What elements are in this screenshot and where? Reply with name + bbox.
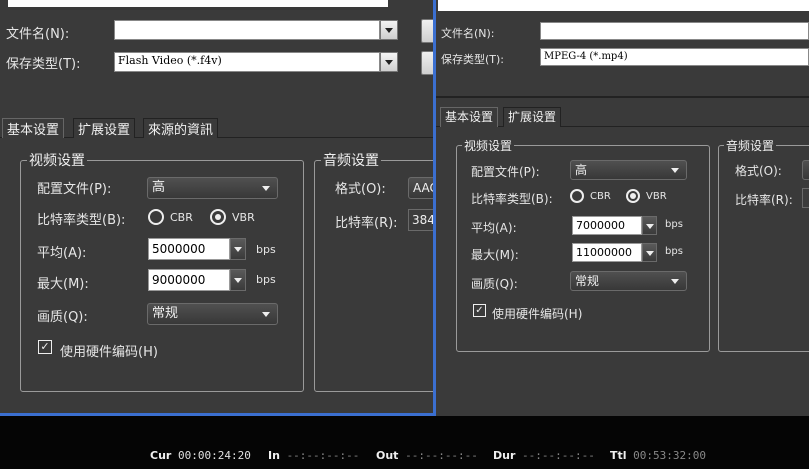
status-out-value: --:--:--:-- (405, 449, 478, 462)
left-tab-basic[interactable]: 基本设置 (2, 118, 65, 138)
right-filename-label: 文件名(N): (441, 27, 495, 40)
right-hw-checkbox[interactable]: ✓ (473, 304, 486, 317)
chevron-down-icon (671, 168, 679, 173)
right-avg-input[interactable]: 7000000 (572, 216, 642, 235)
status-ttl-value: 00:53:32:00 (633, 449, 707, 462)
right-tab-extended[interactable]: 扩展设置 (503, 107, 562, 127)
chevron-down-icon (671, 279, 679, 284)
left-savetype-label: 保存类型(T): (6, 57, 81, 72)
right-format-label: 格式(O): (735, 164, 782, 178)
left-quality-value: 常规 (152, 306, 179, 321)
right-cbr-radio[interactable] (570, 189, 584, 203)
left-tab-extended[interactable]: 扩展设置 (73, 118, 136, 138)
left-export-dialog: 文件名(N): 保存类型(T): Flash Video (*.f4v) 基本设… (0, 0, 436, 416)
status-cur: Cur 00:00:24:20 (150, 449, 251, 462)
right-bitrate-type-label: 比特率类型(B): (471, 192, 553, 206)
status-in: In --:--:--:-- (268, 449, 359, 462)
left-quality-label: 画质(Q): (37, 310, 88, 325)
chevron-down-icon (262, 312, 270, 317)
left-filename-label: 文件名(N): (6, 27, 70, 42)
left-tab-source[interactable]: 來源的資訊 (143, 118, 219, 138)
status-in-value: --:--:--:-- (286, 449, 360, 462)
status-out-label: Out (376, 449, 399, 462)
right-filename-field[interactable] (540, 22, 809, 40)
right-export-dialog: 文件名(N): 保存类型(T): MPEG-4 (*.mp4) 基本设置 扩展设… (436, 0, 809, 416)
status-ttl: Ttl 00:53:32:00 (610, 449, 706, 462)
left-audio-title: 音频设置 (321, 150, 381, 170)
left-format-label: 格式(O): (335, 182, 386, 197)
status-cur-value: 00:00:24:20 (177, 449, 251, 462)
right-format-select[interactable] (802, 160, 809, 180)
right-bitrate-label: 比特率(R): (735, 193, 793, 207)
right-vbr-radio[interactable] (626, 189, 640, 203)
left-avg-input[interactable]: 5000000 (148, 238, 230, 260)
right-bitrate-input[interactable] (802, 188, 809, 208)
left-avg-stepper[interactable] (230, 238, 246, 260)
right-avg-unit: bps (665, 219, 683, 230)
left-quality-select[interactable]: 常规 (147, 303, 278, 325)
left-filename-field[interactable] (114, 20, 380, 40)
left-avg-unit: bps (256, 243, 276, 256)
right-savetype-field[interactable]: MPEG-4 (*.mp4) (540, 48, 809, 66)
right-tab-basic[interactable]: 基本设置 (440, 107, 499, 127)
status-dur: Dur --:--:--:-- (493, 449, 595, 462)
right-vbr-label: VBR (646, 191, 667, 202)
left-cbr-radio[interactable] (148, 209, 164, 225)
left-max-input[interactable]: 9000000 (148, 269, 230, 291)
left-profile-value: 高 (152, 180, 166, 195)
left-hw-label: 使用硬件编码(H) (60, 345, 158, 360)
left-cbr-label: CBR (170, 211, 193, 224)
status-out: Out --:--:--:-- (376, 449, 478, 462)
right-profile-label: 配置文件(P): (471, 165, 540, 179)
left-side-button-2[interactable] (421, 51, 433, 75)
left-vbr-label: VBR (232, 211, 255, 224)
status-cur-label: Cur (150, 449, 172, 462)
left-video-title: 视频设置 (27, 150, 87, 170)
left-savetype-field[interactable]: Flash Video (*.f4v) (114, 52, 380, 72)
left-profile-select[interactable]: 高 (147, 177, 278, 199)
right-max-label: 最大(M): (471, 248, 519, 262)
left-profile-label: 配置文件(P): (37, 182, 112, 197)
right-max-stepper[interactable] (642, 243, 657, 262)
right-profile-select[interactable]: 高 (570, 160, 687, 180)
chevron-down-icon (262, 186, 270, 191)
timecode-status-bar: Cur 00:00:24:20 In --:--:--:-- Out --:--… (0, 419, 809, 469)
left-format-select[interactable]: AAC (408, 177, 433, 199)
right-separator (436, 96, 809, 98)
left-bitrate-type-label: 比特率类型(B): (37, 213, 126, 228)
right-max-input[interactable]: 11000000 (572, 243, 642, 262)
left-bitrate-label: 比特率(R): (335, 216, 398, 231)
left-side-button-1[interactable] (421, 19, 433, 43)
left-bitrate-input[interactable]: 384 (408, 209, 433, 231)
left-filename-dropdown[interactable] (380, 20, 398, 40)
status-dur-value: --:--:--:-- (522, 449, 595, 462)
status-dur-label: Dur (493, 449, 516, 462)
right-quality-select[interactable]: 常规 (570, 271, 687, 291)
right-profile-value: 高 (575, 163, 588, 177)
left-top-strip (8, 0, 388, 7)
right-savetype-label: 保存类型(T): (441, 53, 505, 66)
right-hw-label: 使用硬件编码(H) (492, 307, 583, 321)
right-cbr-label: CBR (590, 191, 611, 202)
right-video-title: 视频设置 (462, 137, 515, 154)
left-max-label: 最大(M): (37, 277, 89, 292)
left-hw-checkbox[interactable]: ✓ (38, 340, 52, 354)
left-avg-label: 平均(A): (37, 246, 87, 261)
left-max-unit: bps (256, 273, 276, 286)
right-quality-label: 画质(Q): (471, 277, 518, 291)
right-quality-value: 常规 (575, 274, 600, 288)
right-audio-title: 音频设置 (724, 137, 777, 154)
status-ttl-label: Ttl (610, 449, 627, 462)
right-avg-label: 平均(A): (471, 221, 517, 235)
left-savetype-dropdown[interactable] (380, 52, 398, 72)
left-vbr-radio[interactable] (210, 209, 226, 225)
right-top-strip (438, 0, 809, 11)
status-in-label: In (268, 449, 280, 462)
left-max-stepper[interactable] (230, 269, 246, 291)
right-avg-stepper[interactable] (642, 216, 657, 235)
right-max-unit: bps (665, 246, 683, 257)
